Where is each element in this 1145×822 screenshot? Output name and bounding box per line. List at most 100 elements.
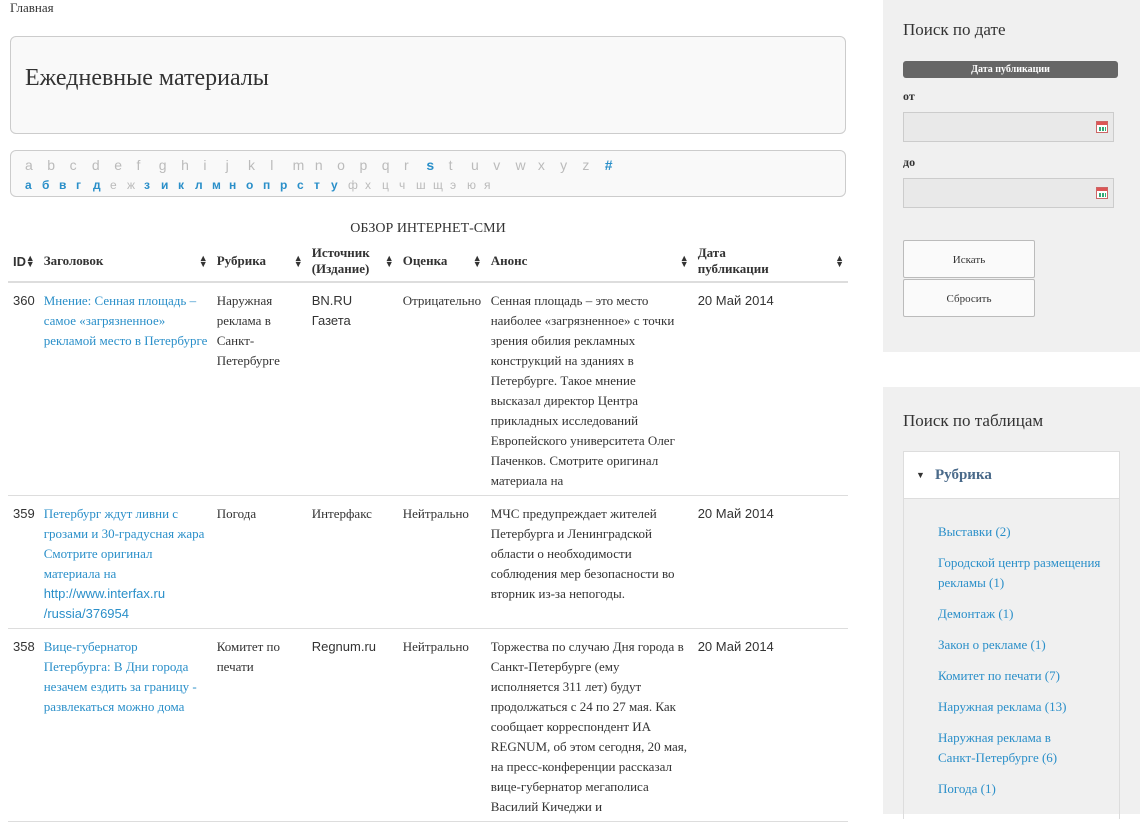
column-header-rating[interactable]: Оценка ▲ ▼ [397,241,486,283]
cell-source: Regnum.ru [306,628,398,822]
glossary-letter[interactable]: л [195,178,212,192]
rubric-item[interactable]: Комитет по печати (7) [938,666,1098,686]
cell-title: Вице-губернатор Петербурга: В Дни города… [38,628,212,822]
rubric-item[interactable]: Наружная реклама в Санкт-Петербурге (6) [938,728,1088,768]
search-button[interactable]: Искать [903,240,1035,278]
glossary-letter[interactable]: к [178,178,195,192]
glossary-letter[interactable]: т [314,178,331,192]
date-from-input[interactable] [903,112,1114,142]
from-label: от [903,89,915,103]
page-title-box: Ежедневные материалы [10,36,846,134]
cell-source: Интерфакс [306,495,398,629]
glossary-letter: е [110,178,117,192]
column-header-source[interactable]: Источник (Издание) ▲ ▼ [306,241,398,283]
column-header-label: ID [13,253,26,269]
glossary-letter: b [47,157,56,173]
cell-rubric: Комитет по печати [211,628,307,822]
glossary-letter: c [69,157,77,173]
rubric-group-label: Рубрика [935,467,992,483]
glossary-letter: t [448,157,453,173]
glossary-letter[interactable]: р [280,178,297,192]
glossary-letter: k [247,157,255,173]
title-link[interactable]: Петербург ждут ливни с грозами и 30-град… [44,506,205,621]
glossary-letter: o [337,157,345,173]
cell-title: Мнение: Сенная площадь – самое «загрязне… [38,282,212,496]
reset-button[interactable]: Сбросить [903,279,1035,317]
glossary-letter[interactable]: о [246,178,263,192]
cell-source: BN.RU Газета [306,282,398,496]
rubric-item[interactable]: Демонтаж (1) [938,604,1098,624]
glossary-letter: z [582,157,590,173]
cell-anons: Торжества по случаю Дня города в Санкт-П… [485,628,693,822]
column-header-rubric[interactable]: Рубрика ▲ ▼ [211,241,307,283]
glossary-letter[interactable]: м [212,178,229,192]
glossary-letter[interactable]: д [93,178,110,192]
materials-table: ID ▲ ▼ Заголовок ▲ ▼ Рубрика ▲ ▼ Источник (Изд… [8,241,848,822]
column-header-title[interactable]: Заголовок ▲ ▼ [38,241,212,283]
glossary-letter: w [515,157,526,173]
rubric-item[interactable]: Погода (1) [938,779,1098,799]
glossary-letter[interactable]: н [229,178,246,192]
title-link[interactable]: Мнение: Сенная площадь – самое «загрязне… [44,293,208,348]
triangle-down-icon: ▼ [916,470,925,480]
glossary-letter[interactable]: г [76,178,93,192]
glossary-letter[interactable]: а [25,178,42,192]
glossary-letter[interactable]: у [331,178,348,192]
column-header-date[interactable]: Дата публикации ▲ ▼ [692,241,848,283]
glossary-letter: щ [433,178,443,192]
glossary-letter[interactable]: и [161,178,178,192]
calendar-icon[interactable] [1096,187,1108,199]
date-search-header: Дата публикации [903,61,1118,78]
column-header-label: Оценка [402,253,448,268]
glossary-letter[interactable]: # [605,157,627,173]
glossary-letter: э [450,178,457,192]
glossary-letter[interactable]: s [426,157,448,173]
cell-title: Петербург ждут ливни с грозами и 30-град… [38,495,212,629]
column-header-label: Дата публикации [697,245,769,276]
sort-icon: ▲ ▼ [835,253,844,269]
table-search-panel: Поиск по таблицам ▼ Рубрика Выставки (2)… [883,387,1140,819]
cell-rating: Отрицательно [397,282,486,496]
glossary-letter: ж [127,178,136,192]
glossary-letter: e [114,157,122,173]
rubric-list: Выставки (2) Городской центр размещения … [903,499,1120,819]
glossary-letter[interactable]: з [144,178,161,192]
title-text: Петербург ждут ливни с грозами и 30-град… [43,506,205,581]
table-row: 359 Петербург ждут ливни с грозами и 30-… [8,495,848,629]
cell-id: 359 [8,495,39,629]
glossary-letter[interactable]: с [297,178,314,192]
rubric-item[interactable]: Городской центр размещения рекламы (1) [938,553,1103,593]
glossary-letter: x [537,157,545,173]
rubric-item[interactable]: Закон о рекламе (1) [938,635,1098,655]
cell-id: 360 [8,282,39,496]
cell-rating: Нейтрально [397,495,486,629]
glossary-letter: я [484,178,491,192]
rubric-item[interactable]: Наружная реклама (13) [938,697,1098,717]
glossary-letter: ф [348,178,358,192]
glossary-letter: х [365,178,371,192]
glossary-letter[interactable]: п [263,178,280,192]
date-to-input[interactable] [903,178,1114,208]
glossary-letter: v [493,157,501,173]
table-row: 358 Вице-губернатор Петербурга: В Дни го… [8,628,848,822]
calendar-icon[interactable] [1096,121,1108,133]
glossary-letter[interactable]: в [59,178,76,192]
title-link[interactable]: Вице-губернатор Петербурга: В Дни города… [44,639,197,714]
glossary-letter[interactable]: б [42,178,59,192]
breadcrumb-home[interactable]: Главная [10,0,54,16]
sort-icon: ▲ ▼ [384,253,394,269]
glossary-letter: h [181,157,189,173]
cell-rubric: Погода [211,495,307,629]
cell-date: 20 Май 2014 [692,282,848,496]
column-header-id[interactable]: ID ▲ ▼ [8,241,39,283]
glossary-letter: y [560,157,568,173]
column-header-anons[interactable]: Анонс ▲ ▼ [485,241,693,283]
glossary-letter: j [225,157,229,173]
cell-rubric: Наружная реклама в Санкт-Петербурге [211,282,307,496]
rubric-item[interactable]: Выставки (2) [938,522,1098,542]
sort-icon: ▲ ▼ [198,253,208,269]
rubric-group-toggle[interactable]: ▼ Рубрика [903,451,1120,499]
sort-icon: ▲ ▼ [679,253,689,269]
cell-anons: МЧС предупреждает жителей Петербурга и Л… [485,495,693,629]
table-row: 360 Мнение: Сенная площадь – самое «загр… [8,282,848,496]
